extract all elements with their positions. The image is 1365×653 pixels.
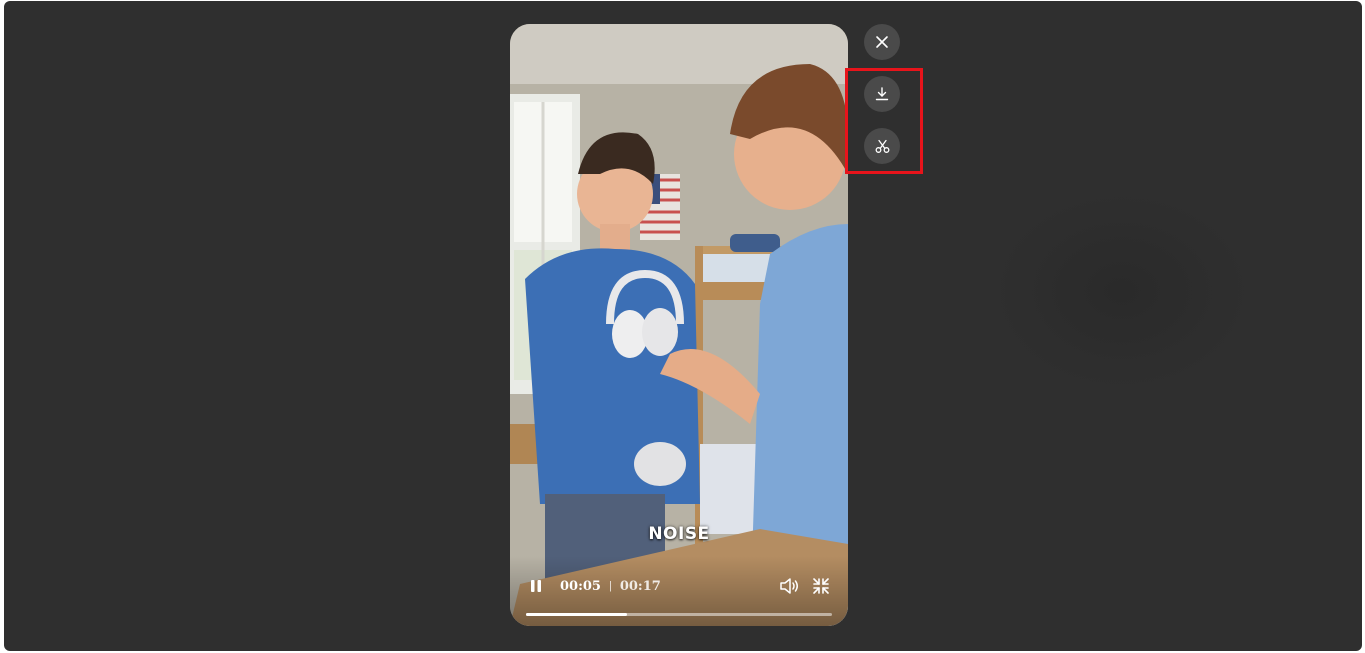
pause-button[interactable] [526,576,546,596]
player-controls: 00:05 | 00:17 [510,556,848,626]
background-shade [992,191,1252,391]
controls-row: 00:05 | 00:17 [526,574,832,598]
volume-icon [780,578,798,594]
progress-bar[interactable] [526,613,832,616]
close-icon [876,36,888,48]
exit-fullscreen-button[interactable] [810,575,832,597]
video-player[interactable]: NOISE 00:05 | 00:17 [510,24,848,626]
time-separator: | [608,580,612,592]
progress-bar-fill [526,613,627,616]
close-button[interactable] [864,24,900,60]
pause-icon [531,580,541,592]
download-button[interactable] [864,76,900,112]
duration-time: 00:17 [619,578,661,594]
volume-button[interactable] [778,575,800,597]
clip-button[interactable] [864,128,900,164]
exit-fullscreen-icon [813,578,829,594]
current-time: 00:05 [560,578,601,594]
download-icon [875,87,889,101]
scissors-icon [875,139,889,153]
video-caption: NOISE [648,524,710,544]
